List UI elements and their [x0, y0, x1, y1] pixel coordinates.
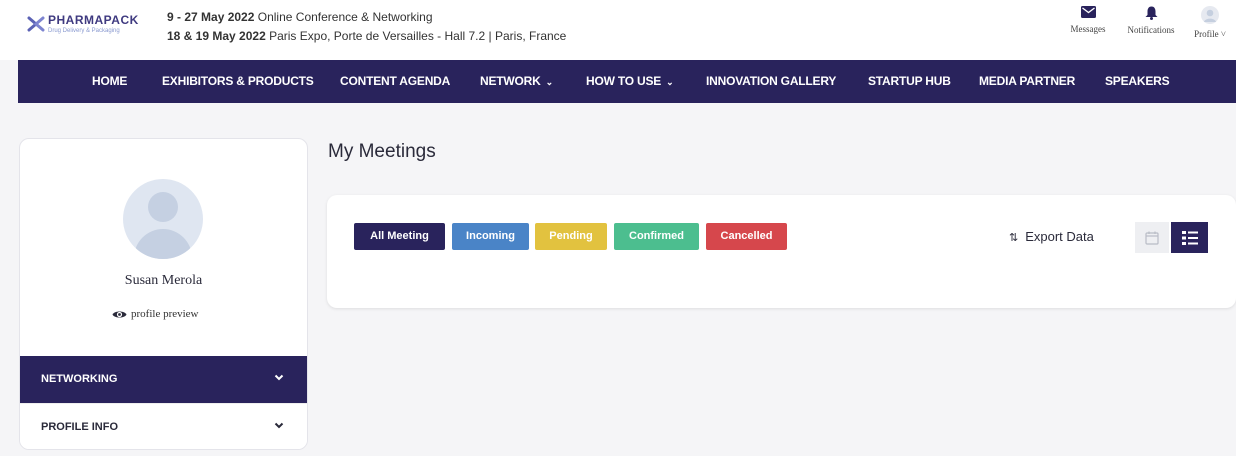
chevron-down-icon: ⌄ [545, 77, 554, 87]
list-view-button[interactable] [1171, 222, 1208, 253]
sort-arrows-icon: ⇅ [1009, 232, 1019, 244]
meetings-panel: All Meeting Incoming Pending Confirmed C… [327, 195, 1236, 308]
nav-item-content-agenda[interactable]: CONTENT AGENDA [340, 60, 450, 103]
list-icon [1181, 230, 1198, 245]
nav-label: CONTENT AGENDA [340, 74, 451, 88]
profile-label: Profile [1194, 29, 1219, 39]
nav-item-how-to-use[interactable]: HOW TO USE ⌄ [586, 60, 674, 103]
online-dates: 9 - 27 May 2022 [167, 10, 255, 24]
filter-confirmed-button[interactable]: Confirmed [614, 223, 699, 250]
nav-label: MEDIA PARTNER [979, 74, 1076, 88]
nav-label: EXHIBITORS & PRODUCTS [162, 74, 314, 88]
sidebar-section-profile-info[interactable]: PROFILE INFO [20, 403, 307, 449]
nav-item-media-partner[interactable]: MEDIA PARTNER [979, 60, 1075, 103]
section-label: PROFILE INFO [41, 421, 118, 433]
event-venue-info: 18 & 19 May 2022 Paris Expo, Porte de Ve… [167, 29, 566, 43]
profile-preview-label: profile preview [131, 308, 199, 320]
online-description: Online Conference & Networking [257, 10, 433, 24]
filter-incoming-button[interactable]: Incoming [452, 223, 529, 250]
nav-label: HOW TO USE [586, 74, 662, 88]
nav-item-startup-hub[interactable]: STARTUP HUB [868, 60, 951, 103]
nav-item-home[interactable]: HOME [92, 60, 127, 103]
eye-icon [112, 311, 127, 318]
filter-pending-button[interactable]: Pending [535, 223, 607, 250]
avatar-body [134, 229, 192, 259]
nav-item-exhibitors-products[interactable]: EXHIBITORS & PRODUCTS [162, 60, 314, 103]
nav-item-innovation-gallery[interactable]: INNOVATION GALLERY [706, 60, 836, 103]
section-label: NETWORKING [41, 373, 118, 385]
calendar-icon [1145, 231, 1159, 245]
nav-label: INNOVATION GALLERY [706, 74, 837, 88]
export-data-button[interactable]: ⇅ Export Data [1009, 229, 1094, 244]
page-title: My Meetings [328, 141, 436, 162]
profile-sidebar-card: Susan Merola profile preview NETWORKING … [19, 138, 308, 450]
event-online-info: 9 - 27 May 2022 Online Conference & Netw… [167, 10, 433, 24]
sidebar-section-networking[interactable]: NETWORKING [20, 356, 307, 403]
logo-tagline: Drug Delivery & Packaging [48, 28, 120, 34]
filter-all-meeting-button[interactable]: All Meeting [354, 223, 445, 250]
top-header: PHARMAPACK Drug Delivery & Packaging 9 -… [0, 0, 1236, 60]
envelope-icon [1080, 6, 1096, 18]
chevron-down-icon [274, 374, 284, 381]
notifications-label: Notifications [1127, 25, 1175, 35]
main-navigation: HOME EXHIBITORS & PRODUCTS CONTENT AGEND… [18, 60, 1236, 103]
nav-label: STARTUP HUB [868, 74, 951, 88]
profile-preview-link[interactable]: profile preview [112, 308, 199, 320]
profile-menu-button[interactable]: Profile ˅ [1188, 6, 1232, 39]
logo-mark-icon [27, 16, 45, 32]
chevron-down-icon [274, 422, 284, 429]
avatar-head [148, 192, 178, 222]
bell-icon [1145, 6, 1157, 20]
nav-label: NETWORK [480, 74, 541, 88]
notifications-button[interactable]: Notifications [1120, 6, 1182, 35]
avatar-icon [1201, 6, 1219, 24]
messages-button[interactable]: Messages [1064, 6, 1112, 34]
nav-item-network[interactable]: NETWORK ⌄ [480, 60, 553, 103]
filter-cancelled-button[interactable]: Cancelled [706, 223, 787, 250]
user-name: Susan Merola [124, 273, 203, 288]
calendar-view-button[interactable] [1135, 222, 1169, 253]
nav-item-speakers[interactable]: SPEAKERS [1105, 60, 1170, 103]
venue-dates: 18 & 19 May 2022 [167, 29, 266, 43]
chevron-down-icon: ⌄ [666, 77, 674, 87]
nav-label: HOME [92, 74, 128, 88]
nav-label: SPEAKERS [1105, 74, 1170, 88]
logo-name: PHARMAPACK [48, 13, 139, 27]
pharmapack-logo[interactable]: PHARMAPACK Drug Delivery & Packaging [26, 12, 152, 42]
chevron-down-icon: ˅ [1220, 29, 1226, 39]
messages-label: Messages [1070, 24, 1106, 34]
avatar [123, 179, 203, 259]
venue-description: Paris Expo, Porte de Versailles - Hall 7… [269, 29, 567, 43]
export-data-label: Export Data [1025, 229, 1094, 244]
